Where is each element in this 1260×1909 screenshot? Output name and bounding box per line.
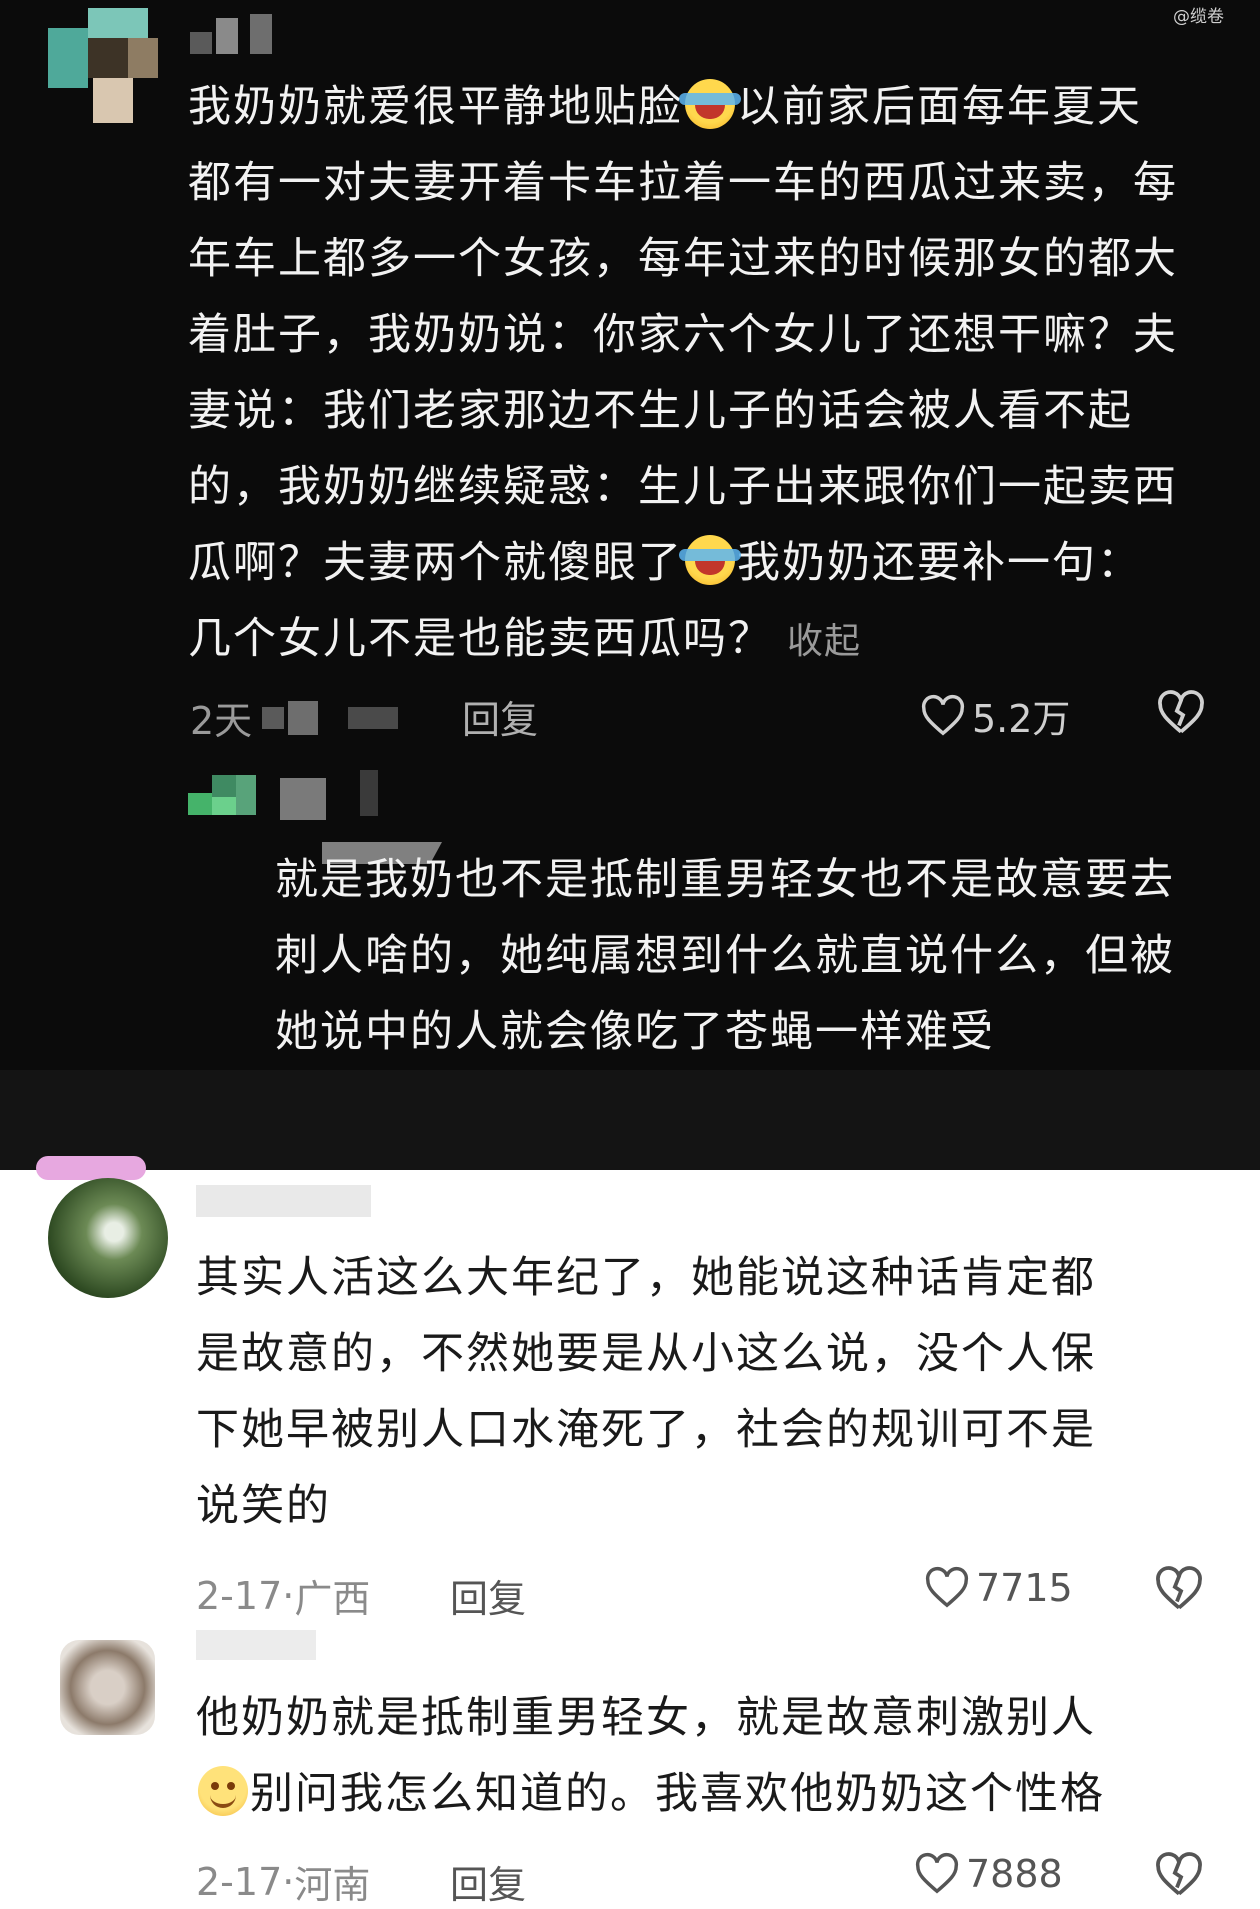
comment-1-line: 都有一对夫妻开着卡车拉着一车的西瓜过来卖，每 <box>188 158 1178 208</box>
comment-date: 2天 <box>190 699 253 743</box>
comment-2-line: 就是我奶也不是抵制重男轻女也不是故意要去 <box>275 855 1175 905</box>
broken-heart-icon[interactable] <box>1154 1566 1204 1612</box>
comment-location: 广西 <box>294 1577 371 1621</box>
broken-heart-icon[interactable] <box>1156 690 1206 736</box>
comment-3-line: 是故意的，不然她要是从小这么说，没个人保 <box>196 1329 1096 1379</box>
username-badge-pixelated <box>36 1148 146 1182</box>
comment-3-meta: 2-17 · 广西 <box>196 1568 370 1623</box>
username-pixelated[interactable] <box>196 1185 371 1217</box>
watermark: @缆卷 <box>1173 7 1224 27</box>
comment-3-body: 其实人活这么大年纪了，她能说这种话肯定都 是故意的，不然她要是从小这么说，没个人… <box>196 1240 1236 1544</box>
like-button[interactable]: 7715 <box>924 1566 1073 1610</box>
broken-heart-icon[interactable] <box>1154 1852 1204 1898</box>
comment-1-line: 着肚子，我奶奶说：你家六个女儿了还想干嘛？夫 <box>188 310 1178 360</box>
like-count: 5.2万 <box>972 697 1071 741</box>
avatar[interactable] <box>48 1178 168 1298</box>
comment-date: 2-17 <box>196 1573 283 1618</box>
like-count: 7888 <box>966 1852 1063 1896</box>
heart-icon <box>915 1852 959 1894</box>
avatar-pixelated[interactable] <box>48 8 163 123</box>
username-pixelated[interactable] <box>190 14 290 54</box>
heart-icon <box>921 694 965 736</box>
reply-button[interactable]: 回复 <box>450 1568 526 1623</box>
laughing-tears-icon <box>679 535 741 585</box>
comment-2-body: 就是我奶也不是抵制重男轻女也不是故意要去 刺人啥的，她纯属想到什么就直说什么，但… <box>275 842 1235 1070</box>
username-pixelated[interactable] <box>280 770 400 820</box>
comment-1-line: 妻说：我们老家那边不生儿子的话会被人看不起 <box>188 386 1133 436</box>
comment-4-line: 别问我怎么知道的。我喜欢他奶奶这个性格 <box>250 1769 1105 1819</box>
username-pixelated[interactable] <box>196 1630 316 1660</box>
comment-4-meta: 2-17 · 河南 <box>196 1854 370 1909</box>
smile-icon <box>198 1766 248 1816</box>
comment-1-line: 我奶奶就爱很平静地贴脸 <box>188 82 683 132</box>
comment-1-line: 年车上都多一个女孩，每年过来的时候那女的都大 <box>188 234 1178 284</box>
comment-1-line: 以前家后面每年夏天 <box>737 82 1142 132</box>
reply-button[interactable]: 回复 <box>450 1854 526 1909</box>
comment-2-line: 她说中的人就会像吃了苍蝇一样难受 <box>275 1007 995 1057</box>
comment-1-line: 我奶奶还要补一句： <box>737 538 1142 588</box>
comment-1-line: 的，我奶奶继续疑惑：生儿子出来跟你们一起卖西 <box>188 462 1178 512</box>
panel-separator <box>0 1070 1260 1170</box>
heart-icon <box>925 1566 969 1608</box>
like-button[interactable]: 7888 <box>914 1852 1063 1896</box>
reply-button[interactable]: 回复 <box>462 689 538 744</box>
comment-4-line: 他奶奶就是抵制重男轻女，就是故意刺激别人 <box>196 1693 1096 1743</box>
avatar[interactable] <box>60 1640 155 1735</box>
collapse-link[interactable]: 收起 <box>787 621 861 662</box>
comment-1-meta: 2天 <box>190 690 399 745</box>
comment-1-body: 我奶奶就爱很平静地贴脸 以前家后面每年夏天 都有一对夫妻开着卡车拉着一车的西瓜过来… <box>188 69 1238 680</box>
avatar-pixelated[interactable] <box>188 775 258 820</box>
comment-3-line: 其实人活这么大年纪了，她能说这种话肯定都 <box>196 1253 1096 1303</box>
comment-4-body: 他奶奶就是抵制重男轻女，就是故意刺激别人 别问我怎么知道的。我喜欢他奶奶这个性格 <box>196 1680 1236 1832</box>
comment-3-line: 下她早被别人口水淹死了，社会的规训可不是 <box>196 1405 1096 1455</box>
comment-date: 2-17 <box>196 1859 283 1904</box>
like-count: 7715 <box>976 1566 1073 1610</box>
like-button[interactable]: 5.2万 <box>920 688 1070 743</box>
comment-1-line: 瓜啊？夫妻两个就傻眼了 <box>188 538 683 588</box>
comment-1-line: 几个女儿不是也能卖西瓜吗？ <box>188 614 773 664</box>
laughing-tears-icon <box>679 79 741 129</box>
comment-2-line: 刺人啥的，她纯属想到什么就直说什么，但被 <box>275 931 1175 981</box>
comment-location: 河南 <box>294 1863 371 1907</box>
comment-3-line: 说笑的 <box>196 1481 331 1531</box>
